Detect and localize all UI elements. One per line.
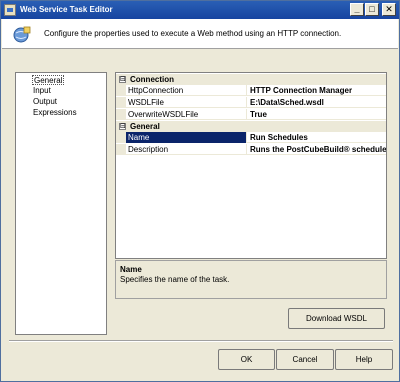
property-value[interactable]: HTTP Connection Manager (247, 85, 386, 96)
download-wsdl-button[interactable]: Download WSDL (288, 308, 385, 329)
property-name: WSDLFile (126, 97, 247, 108)
property-name: HttpConnection (126, 85, 247, 96)
app-icon (4, 4, 16, 16)
row-gutter (116, 109, 126, 120)
property-name: Name (126, 132, 247, 143)
dialog-header: Configure the properties used to execute… (2, 19, 398, 49)
property-help-panel: Name Specifies the name of the task. (115, 260, 387, 299)
close-button[interactable]: ✕ (382, 3, 396, 16)
nav-item-output[interactable]: Output (32, 97, 58, 107)
minimize-button[interactable]: _ (350, 3, 364, 16)
property-row-wsdlfile[interactable]: WSDLFile E:\Data\Sched.wsdl (116, 97, 386, 108)
property-value[interactable]: Runs the PostCubeBuild® schedules (247, 144, 386, 155)
property-row-httpconnection[interactable]: HttpConnection HTTP Connection Manager (116, 85, 386, 96)
category-connection[interactable]: ⊟ Connection (116, 74, 386, 85)
title-bar[interactable]: Web Service Task Editor _ □ ✕ (1, 1, 399, 19)
nav-item-general[interactable]: General (32, 75, 65, 85)
property-value[interactable]: True (247, 109, 386, 120)
help-button[interactable]: Help (335, 349, 393, 370)
category-general[interactable]: ⊟ General (116, 121, 386, 132)
help-text: Specifies the name of the task. (120, 275, 230, 284)
property-value[interactable]: Run Schedules (247, 132, 386, 143)
property-value[interactable]: E:\Data\Sched.wsdl (247, 97, 386, 108)
collapse-icon[interactable]: ⊟ (119, 76, 126, 83)
nav-item-expressions[interactable]: Expressions (32, 108, 78, 118)
divider (9, 340, 393, 342)
help-title: Name (120, 265, 142, 274)
page-nav-list: General Input Output Expressions (15, 72, 107, 335)
maximize-button[interactable]: □ (365, 3, 379, 16)
dialog-window: Web Service Task Editor _ □ ✕ Configure … (0, 0, 400, 382)
property-row-description[interactable]: Description Runs the PostCubeBuild® sche… (116, 144, 386, 155)
row-gutter (116, 97, 126, 108)
property-name: OverwriteWSDLFile (126, 109, 247, 120)
row-gutter (116, 85, 126, 96)
web-service-icon (13, 26, 31, 43)
property-grid: ⊟ Connection HttpConnection HTTP Connect… (115, 72, 387, 259)
property-name: Description (126, 144, 247, 155)
nav-item-input[interactable]: Input (32, 86, 52, 96)
category-label: Connection (130, 75, 174, 84)
row-gutter (116, 132, 126, 143)
property-row-overwritewsdlfile[interactable]: OverwriteWSDLFile True (116, 109, 386, 120)
collapse-icon[interactable]: ⊟ (119, 123, 126, 130)
cancel-button[interactable]: Cancel (276, 349, 334, 370)
property-row-name[interactable]: Name Run Schedules (116, 132, 386, 143)
window-title: Web Service Task Editor (20, 5, 113, 14)
header-description: Configure the properties used to execute… (44, 29, 342, 38)
row-gutter (116, 144, 126, 155)
category-label: General (130, 122, 160, 131)
ok-button[interactable]: OK (218, 349, 275, 370)
